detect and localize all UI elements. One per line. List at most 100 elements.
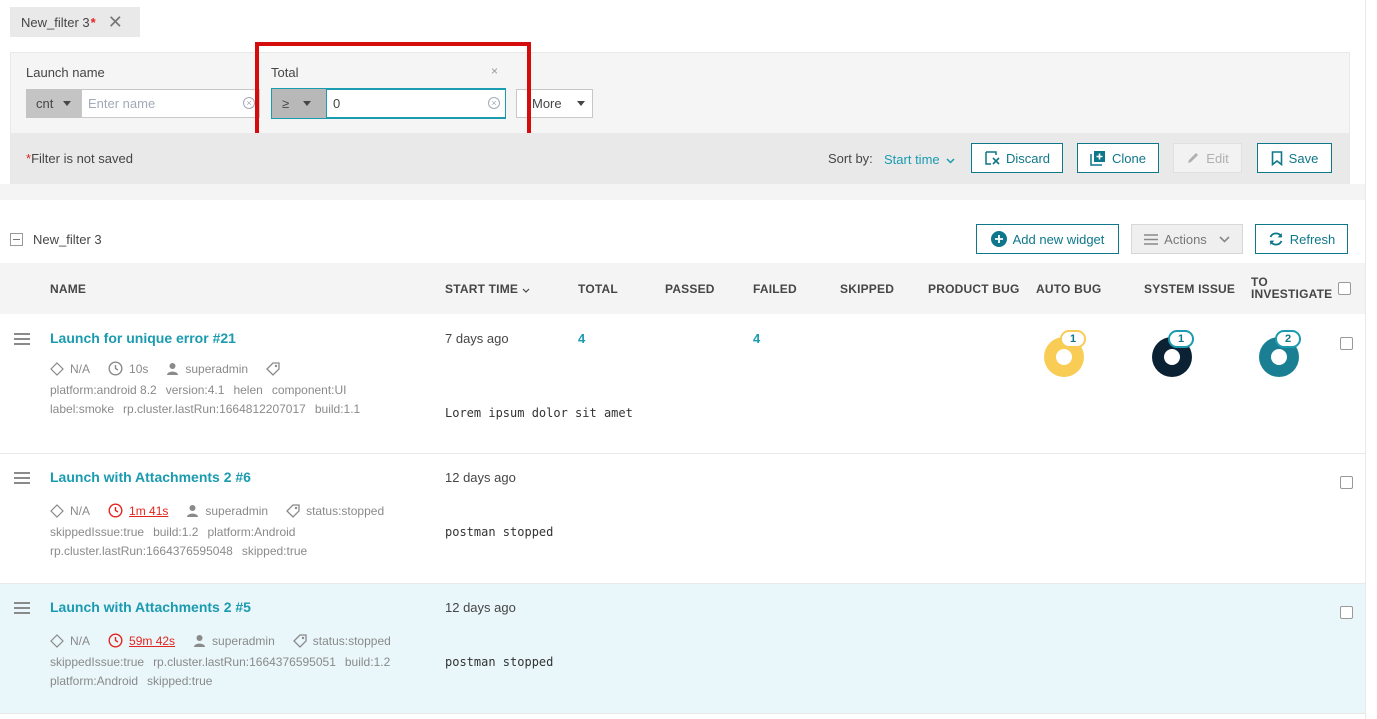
chevron-down-icon — [946, 158, 955, 164]
attribute[interactable]: skipped:true — [147, 674, 212, 688]
attribute[interactable]: platform:Android — [50, 674, 138, 688]
refresh-icon — [1269, 232, 1283, 246]
launch-status-attr[interactable]: status:stopped — [313, 634, 391, 648]
launch-na: N/A — [70, 503, 91, 518]
clear-icon[interactable]: × — [243, 97, 255, 109]
row-menu-icon[interactable] — [14, 333, 30, 348]
launch-name[interactable]: Launch for unique error #21 — [50, 330, 236, 346]
launch-name-label: Launch name — [26, 65, 105, 80]
column-system-issue[interactable]: SYSTEM ISSUE — [1144, 282, 1235, 296]
clone-icon — [1090, 151, 1106, 166]
attribute[interactable]: skippedIssue:true — [50, 525, 144, 539]
attribute[interactable]: build:1.1 — [315, 402, 360, 416]
launch-owner: superadmin — [212, 633, 275, 648]
column-to-investigate[interactable]: TO INVESTIGATE — [1251, 276, 1332, 300]
launch-name-condition[interactable]: cnt — [26, 89, 82, 118]
filter-status-text: Filter is not saved — [31, 151, 133, 166]
donut-hole — [1056, 349, 1072, 365]
system-issue-badge[interactable]: 1 — [1168, 330, 1194, 348]
launch-meta: N/A 1m 41s superadmin status:stopped — [50, 503, 402, 518]
filter-tab-name: New_filter 3 — [21, 14, 90, 30]
row-menu-icon[interactable] — [14, 472, 30, 487]
total-count[interactable]: 4 — [578, 331, 585, 346]
actions-label: Actions — [1164, 231, 1207, 247]
launch-name[interactable]: Launch with Attachments 2 #6 — [50, 469, 251, 485]
auto-bug-badge[interactable]: 1 — [1060, 330, 1086, 348]
sort-dropdown[interactable]: Start time — [884, 152, 955, 167]
attribute[interactable]: build:1.2 — [153, 525, 198, 539]
attribute[interactable]: build:1.2 — [345, 655, 390, 669]
attribute[interactable]: version:4.1 — [166, 383, 225, 397]
row-checkbox[interactable] — [1340, 337, 1353, 350]
donut-hole — [1271, 349, 1287, 365]
select-all-checkbox[interactable] — [1338, 282, 1351, 295]
refresh-label: Refresh — [1289, 231, 1336, 247]
refresh-button[interactable]: Refresh — [1255, 224, 1348, 254]
column-total[interactable]: TOTAL — [578, 282, 618, 296]
add-widget-label: Add new widget — [1012, 231, 1105, 247]
launch-meta: N/A 59m 42s superadmin status:stopped — [50, 633, 409, 648]
column-start-time-label: START TIME — [445, 282, 519, 296]
sort-label: Sort by: — [828, 151, 873, 166]
attribute[interactable]: skippedIssue:true — [50, 655, 144, 669]
actions-dropdown[interactable]: Actions — [1131, 224, 1243, 254]
failed-count[interactable]: 4 — [753, 331, 760, 346]
launch-owner: superadmin — [205, 503, 269, 518]
launch-duration[interactable]: 1m 41s — [129, 504, 168, 518]
discard-button[interactable]: Discard — [971, 143, 1063, 173]
launch-attributes: skippedIssue:true build:1.2 platform:Andro… — [50, 523, 316, 561]
column-skipped[interactable]: SKIPPED — [840, 282, 894, 296]
donut-hole — [1164, 349, 1180, 365]
attribute[interactable]: helen — [233, 383, 262, 397]
column-start-time[interactable]: START TIME — [445, 282, 530, 296]
launch-attributes: platform:android 8.2 version:4.1 helen comp… — [50, 381, 369, 419]
filter-tab[interactable]: New_filter 3 * ✕ — [10, 7, 140, 37]
launch-status-attr[interactable]: status:stopped — [306, 504, 384, 518]
launch-duration[interactable]: 59m 42s — [129, 634, 175, 648]
chevron-down-icon — [63, 101, 72, 106]
pencil-icon — [1188, 153, 1199, 163]
launch-name[interactable]: Launch with Attachments 2 #5 — [50, 599, 251, 615]
attribute[interactable]: component:UI — [272, 383, 347, 397]
user-icon — [187, 505, 199, 517]
launch-name-condition-value: cnt — [36, 96, 54, 111]
row-menu-icon[interactable] — [14, 602, 30, 617]
column-product-bug[interactable]: PRODUCT BUG — [928, 282, 1020, 296]
row-checkbox[interactable] — [1340, 606, 1353, 619]
row-checkbox[interactable] — [1340, 476, 1353, 489]
scroll-divider — [1365, 0, 1366, 719]
column-passed[interactable]: PASSED — [665, 282, 715, 296]
clock-icon — [108, 361, 123, 376]
launch-start-time: 7 days ago — [445, 331, 509, 346]
launch-start-time: 12 days ago — [445, 600, 516, 615]
discard-icon — [985, 151, 1000, 165]
highlight-box — [255, 42, 531, 138]
attribute[interactable]: rp.cluster.lastRun:1664376595051 — [153, 655, 336, 669]
launch-name-input[interactable]: Enter name × — [81, 89, 260, 118]
attribute[interactable]: rp.cluster.lastRun:1664812207017 — [123, 402, 306, 416]
launch-attributes: skippedIssue:true rp.cluster.lastRun:1664… — [50, 653, 399, 691]
add-new-widget-button[interactable]: Add new widget — [976, 224, 1119, 254]
attribute[interactable]: platform:android 8.2 — [50, 383, 157, 397]
column-auto-bug[interactable]: AUTO BUG — [1036, 282, 1101, 296]
attribute[interactable]: label:smoke — [50, 402, 114, 416]
clone-button[interactable]: Clone — [1077, 143, 1159, 173]
tag-icon[interactable] — [266, 361, 280, 376]
sort-value: Start time — [884, 152, 940, 167]
launch-description: Lorem ipsum dolor sit amet — [445, 406, 633, 420]
launch-duration: 10s — [129, 361, 149, 376]
diamond-icon — [50, 503, 64, 518]
column-name[interactable]: NAME — [50, 282, 86, 296]
launch-meta: N/A 10s superadmin — [50, 361, 298, 376]
list-filter-name: New_filter 3 — [33, 232, 102, 247]
save-button[interactable]: Save — [1257, 143, 1332, 173]
attribute[interactable]: rp.cluster.lastRun:1664376595048 — [50, 544, 233, 558]
edit-button[interactable]: Edit — [1173, 143, 1242, 173]
to-investigate-badge[interactable]: 2 — [1275, 330, 1301, 348]
attribute[interactable]: skipped:true — [242, 544, 307, 558]
attribute[interactable]: platform:Android — [207, 525, 295, 539]
close-icon[interactable]: ✕ — [108, 13, 123, 31]
column-failed[interactable]: FAILED — [753, 282, 797, 296]
clock-icon — [108, 503, 123, 518]
collapse-toggle[interactable] — [10, 233, 23, 246]
